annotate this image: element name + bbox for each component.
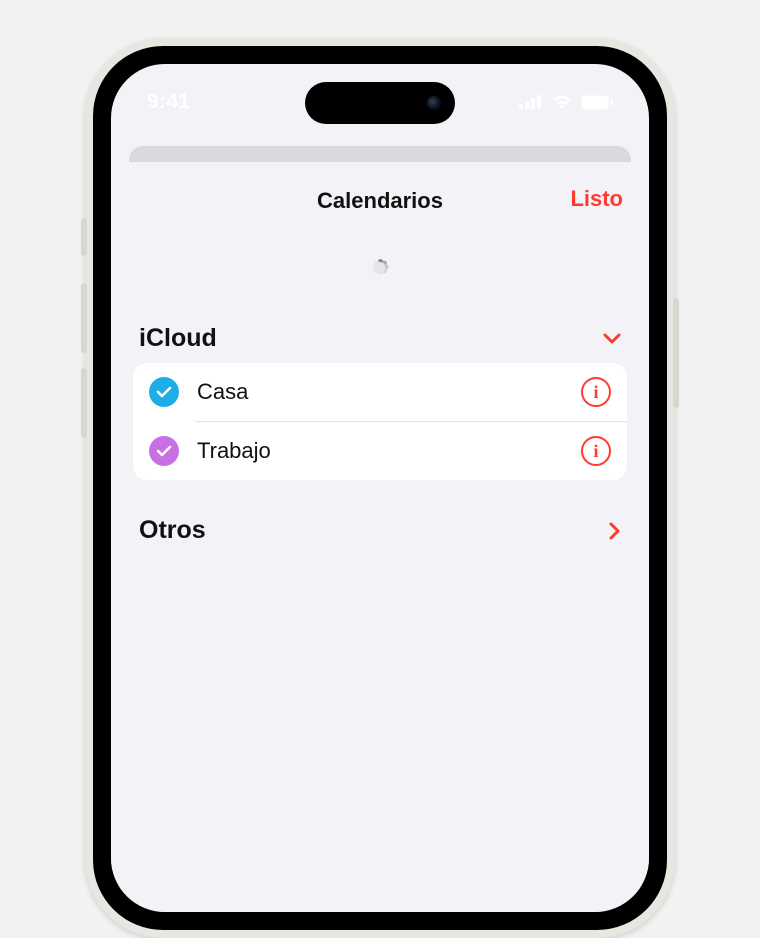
side-button-mute (81, 218, 87, 256)
checkbox-casa[interactable] (149, 377, 179, 407)
info-icon: i (593, 441, 598, 462)
checkmark-icon (156, 445, 172, 457)
section-header-otros[interactable]: Otros (133, 510, 627, 555)
status-indicators (519, 94, 613, 110)
chevron-right-icon (609, 522, 621, 540)
calendar-label: Trabajo (197, 438, 563, 464)
calendar-row-trabajo[interactable]: Trabajo i (133, 422, 627, 480)
chevron-down-icon (603, 333, 621, 345)
section-title-otros: Otros (139, 516, 206, 545)
info-button-trabajo[interactable]: i (581, 436, 611, 466)
sheet-title: Calendarios (317, 188, 443, 214)
sheet-header: Calendarios Listo (133, 184, 627, 218)
checkbox-trabajo[interactable] (149, 436, 179, 466)
info-button-casa[interactable]: i (581, 377, 611, 407)
side-button-volume-up (81, 283, 87, 353)
front-camera (427, 96, 441, 110)
info-icon: i (593, 382, 598, 403)
section-header-icloud[interactable]: iCloud (133, 318, 627, 363)
checkmark-icon (156, 386, 172, 398)
side-button-power (673, 298, 679, 408)
loading-spinner (133, 218, 627, 318)
calendars-sheet: Calendarios Listo (111, 162, 649, 912)
dynamic-island (305, 82, 455, 124)
side-button-volume-down (81, 368, 87, 438)
calendar-label: Casa (197, 379, 563, 405)
section-title-icloud: iCloud (139, 324, 217, 353)
phone-frame: 9:41 (85, 38, 675, 938)
battery-icon (581, 95, 613, 110)
phone-bezel: 9:41 (93, 46, 667, 930)
wifi-icon (551, 94, 573, 110)
done-button[interactable]: Listo (570, 186, 623, 212)
status-time: 9:41 (147, 90, 190, 114)
icloud-calendar-list: Casa i Trabajo (133, 363, 627, 480)
spinner-icon (359, 246, 401, 288)
cellular-icon (519, 95, 543, 109)
calendar-row-casa[interactable]: Casa i (133, 363, 627, 421)
phone-screen: 9:41 (111, 64, 649, 912)
